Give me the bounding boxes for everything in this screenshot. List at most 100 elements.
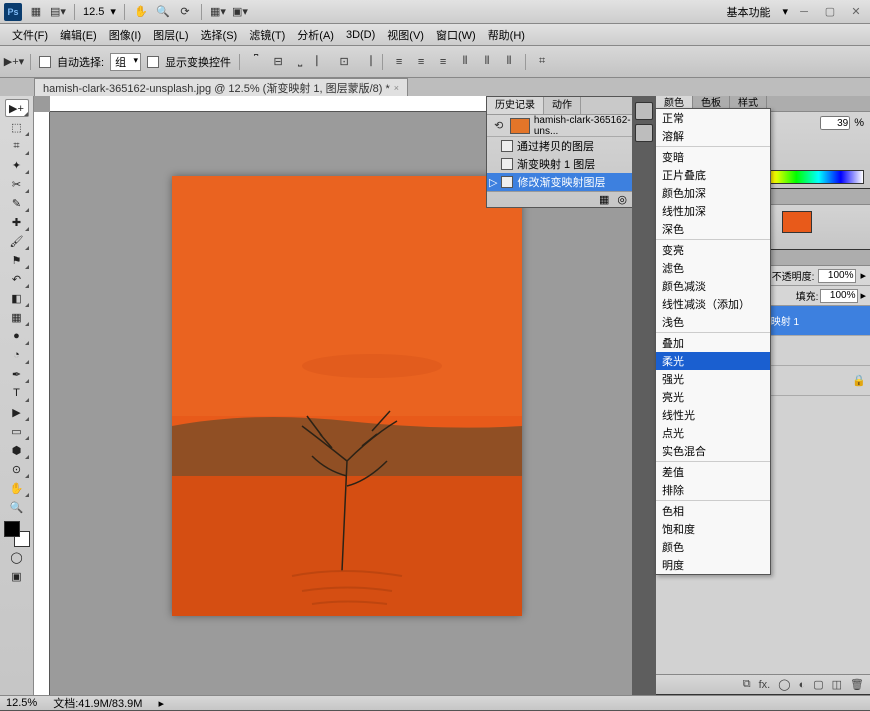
stamp-tool[interactable]: ⚑ — [5, 251, 29, 269]
blend-mode-option[interactable]: 色相 — [656, 502, 770, 520]
dist-vcenter-icon[interactable]: ≡ — [413, 54, 429, 70]
menu-select[interactable]: 选择(S) — [195, 24, 244, 45]
blend-mode-option[interactable]: 颜色 — [656, 538, 770, 556]
align-right-icon[interactable]: ⎹ — [358, 54, 374, 70]
fg-bg-color[interactable] — [4, 521, 30, 547]
align-hcenter-icon[interactable]: ⊡ — [336, 54, 352, 70]
dist-top-icon[interactable]: ≡ — [391, 54, 407, 70]
blend-mode-option[interactable]: 线性加深 — [656, 202, 770, 220]
swatch-orange[interactable] — [782, 211, 812, 233]
auto-select-dropdown[interactable]: 组 — [110, 53, 141, 71]
blend-mode-option[interactable]: 排除 — [656, 481, 770, 499]
new-snapshot-icon[interactable]: ◎ — [617, 193, 627, 206]
document-tab[interactable]: hamish-clark-365162-unsplash.jpg @ 12.5%… — [34, 78, 408, 96]
dist-hcenter-icon[interactable]: ⦀ — [479, 54, 495, 70]
auto-select-checkbox[interactable] — [39, 56, 51, 68]
move-tool-preset-icon[interactable]: ▶+▾ — [6, 54, 22, 70]
align-top-icon[interactable]: ⎴ — [248, 54, 264, 70]
menu-layer[interactable]: 图层(L) — [147, 24, 194, 45]
menu-view[interactable]: 视图(V) — [381, 24, 430, 45]
document-canvas[interactable] — [172, 176, 522, 616]
rotate-view-icon[interactable]: ⟳ — [177, 4, 193, 20]
marquee-tool[interactable]: ⬚ — [5, 118, 29, 136]
blend-mode-option[interactable]: 滤色 — [656, 259, 770, 277]
chevron-right-icon[interactable]: ▸ — [860, 269, 866, 282]
status-chevron-icon[interactable]: ▸ — [158, 697, 164, 710]
screen-mode-icon[interactable]: ▣▾ — [232, 4, 248, 20]
history-item[interactable]: 通过拷贝的图层 — [487, 137, 632, 155]
blend-mode-option[interactable]: 实色混合 — [656, 442, 770, 460]
eyedropper-tool[interactable]: ✎ — [5, 194, 29, 212]
layer-mask-icon[interactable]: ◯ — [778, 678, 790, 691]
blur-tool[interactable]: ● — [5, 327, 29, 345]
fill-opacity-input[interactable]: 100% — [820, 289, 858, 303]
blend-mode-option[interactable]: 正常 — [656, 109, 770, 127]
hand-icon[interactable]: ✋ — [133, 4, 149, 20]
blend-mode-option[interactable]: 正片叠底 — [656, 166, 770, 184]
arrange-icon[interactable]: ▦▾ — [210, 4, 226, 20]
blend-mode-option[interactable]: 线性光 — [656, 406, 770, 424]
lasso-tool[interactable]: ⌗ — [5, 137, 29, 155]
blend-mode-option[interactable]: 颜色减淡 — [656, 277, 770, 295]
menu-edit[interactable]: 编辑(E) — [54, 24, 103, 45]
link-layers-icon[interactable]: ⧉ — [743, 678, 751, 691]
chevron-right-icon[interactable]: ▸ — [860, 289, 866, 302]
3d-tool[interactable]: ⬢ — [5, 441, 29, 459]
pen-tool[interactable]: ✒ — [5, 365, 29, 383]
adjustment-layer-icon[interactable]: ◐ — [799, 679, 806, 691]
menu-help[interactable]: 帮助(H) — [482, 24, 531, 45]
zoom-tool[interactable]: 🔍 — [5, 498, 29, 516]
menu-window[interactable]: 窗口(W) — [430, 24, 482, 45]
layer-opacity-input[interactable]: 100% — [818, 269, 856, 283]
zoom-icon[interactable]: 🔍 — [155, 4, 171, 20]
ruler-vertical[interactable] — [34, 112, 50, 695]
3d-camera-tool[interactable]: ⊙ — [5, 460, 29, 478]
eraser-tool[interactable]: ◧ — [5, 289, 29, 307]
dist-right-icon[interactable]: ⦀ — [501, 54, 517, 70]
layer-fx-icon[interactable]: fx. — [759, 679, 771, 691]
dist-bottom-icon[interactable]: ≡ — [435, 54, 451, 70]
show-transform-checkbox[interactable] — [147, 56, 159, 68]
gradient-tool[interactable]: ▦ — [5, 308, 29, 326]
menu-file[interactable]: 文件(F) — [6, 24, 54, 45]
dodge-tool[interactable]: ◔ — [5, 346, 29, 364]
move-tool[interactable]: ▶+ — [5, 99, 29, 117]
menu-filter[interactable]: 滤镜(T) — [243, 24, 291, 45]
menu-analysis[interactable]: 分析(A) — [291, 24, 340, 45]
status-zoom[interactable]: 12.5% — [6, 697, 37, 709]
new-doc-from-state-icon[interactable]: ▦ — [599, 193, 609, 206]
canvas-area[interactable]: 历史记录 动作 ⟲ hamish-clark-365162-uns... 通过拷… — [34, 96, 632, 695]
magic-wand-tool[interactable]: ✦ — [5, 156, 29, 174]
dock-btn-2[interactable] — [635, 124, 653, 142]
actions-tab[interactable]: 动作 — [544, 97, 581, 114]
screen-mode-tool-icon[interactable]: ▣ — [5, 567, 29, 585]
group-icon[interactable]: ▢ — [813, 678, 823, 691]
align-vcenter-icon[interactable]: ⊟ — [270, 54, 286, 70]
blend-mode-option[interactable]: 浅色 — [656, 313, 770, 331]
path-select-tool[interactable]: ▶ — [5, 403, 29, 421]
zoom-level-display[interactable]: 12.5 — [83, 6, 104, 18]
menu-3d[interactable]: 3D(D) — [340, 24, 381, 45]
align-bottom-icon[interactable]: ⎵ — [292, 54, 308, 70]
blend-mode-option[interactable]: 明度 — [656, 556, 770, 574]
blend-mode-option[interactable]: 亮光 — [656, 388, 770, 406]
history-item[interactable]: ▷修改渐变映射图层 — [487, 173, 632, 191]
minimize-icon[interactable]: ─ — [794, 5, 814, 19]
history-snapshot-row[interactable]: ⟲ hamish-clark-365162-uns... — [487, 115, 632, 137]
blend-mode-option[interactable]: 饱和度 — [656, 520, 770, 538]
dock-btn-1[interactable] — [635, 102, 653, 120]
brush-tool[interactable]: 🖌 — [5, 232, 29, 250]
status-doc-size[interactable]: 文档:41.9M/83.9M — [53, 695, 142, 711]
opacity-value-input[interactable] — [820, 116, 850, 130]
blend-mode-option[interactable]: 颜色加深 — [656, 184, 770, 202]
blend-mode-option[interactable]: 变亮 — [656, 241, 770, 259]
history-tab[interactable]: 历史记录 — [487, 97, 544, 114]
history-brush-tool[interactable]: ↶ — [5, 270, 29, 288]
dist-left-icon[interactable]: ⦀ — [457, 54, 473, 70]
blend-mode-option[interactable]: 变暗 — [656, 148, 770, 166]
blend-mode-option[interactable]: 柔光 — [656, 352, 770, 370]
auto-align-icon[interactable]: ⌗ — [534, 54, 550, 70]
close-icon[interactable]: ✕ — [846, 5, 866, 19]
workspace-selector[interactable]: 基本功能 — [720, 4, 776, 20]
new-layer-icon[interactable]: ◫ — [832, 678, 842, 691]
